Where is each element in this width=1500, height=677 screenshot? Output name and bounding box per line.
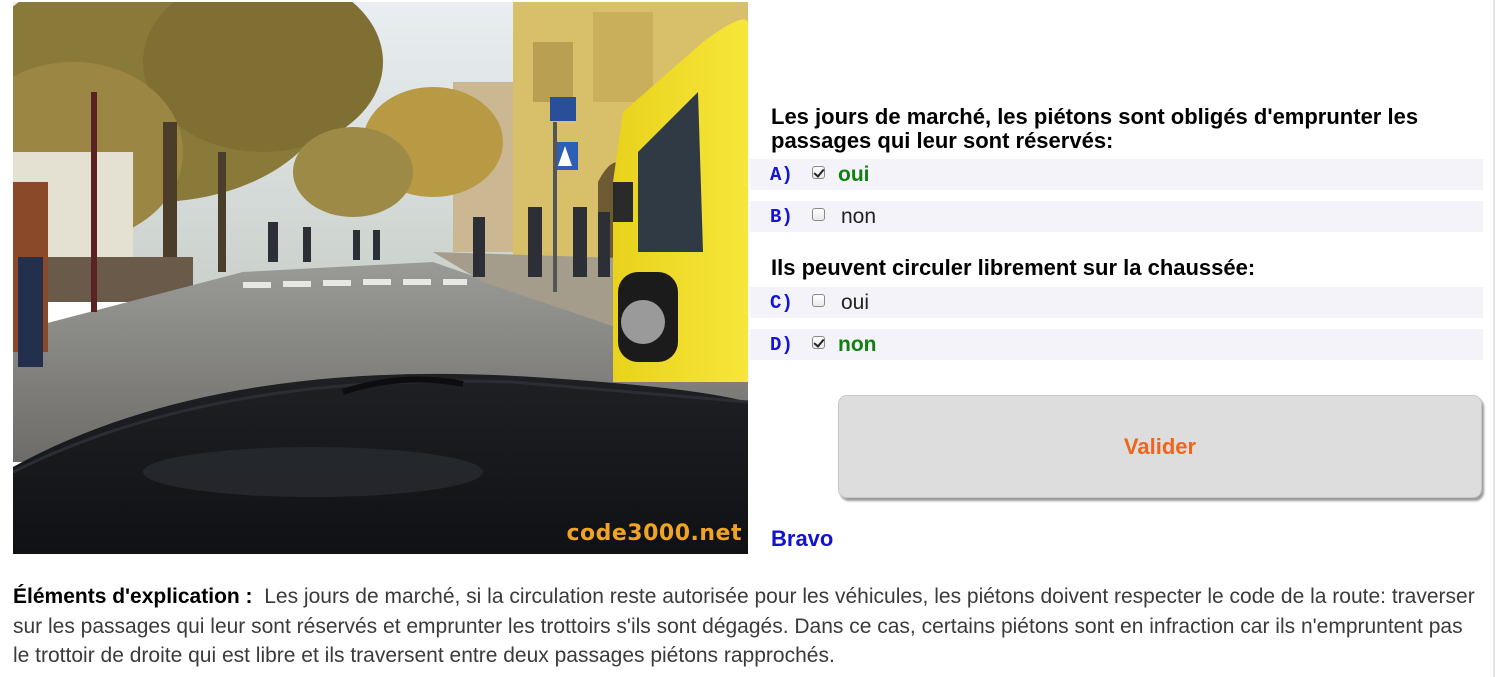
validate-button[interactable]: Valider bbox=[838, 395, 1482, 498]
option-b[interactable]: B) non bbox=[750, 201, 1483, 232]
option-a-label: oui bbox=[838, 162, 870, 186]
option-b-checkbox[interactable] bbox=[812, 208, 825, 221]
explanation-title: Éléments d'explication : bbox=[13, 585, 253, 608]
image-watermark: code3000.net bbox=[566, 521, 742, 546]
option-b-label: non bbox=[841, 204, 877, 228]
option-b-letter: B) bbox=[770, 205, 793, 228]
question-1-text: Les jours de marché, les piétons sont ob… bbox=[771, 104, 1419, 153]
question-2-text: Ils peuvent circuler librement sur la ch… bbox=[771, 255, 1256, 280]
option-c-checkbox[interactable] bbox=[812, 294, 825, 307]
option-d-label: non bbox=[838, 332, 877, 356]
result-message: Bravo bbox=[771, 526, 834, 551]
street-scene-image bbox=[13, 2, 748, 554]
option-d-checkbox[interactable] bbox=[812, 336, 825, 349]
option-d-letter: D) bbox=[770, 333, 793, 356]
option-c-letter: C) bbox=[770, 291, 793, 314]
question-photo: code3000.net bbox=[13, 2, 748, 554]
option-a-checkbox[interactable] bbox=[812, 166, 825, 179]
page-edge bbox=[1493, 0, 1495, 677]
option-c-label: oui bbox=[841, 290, 870, 314]
option-d[interactable]: D) non bbox=[750, 329, 1483, 360]
option-c[interactable]: C) oui bbox=[750, 287, 1483, 318]
explanation-block: Éléments d'explication : Les jours de ma… bbox=[13, 582, 1483, 671]
option-a-letter: A) bbox=[770, 163, 793, 186]
option-a[interactable]: A) oui bbox=[750, 159, 1483, 190]
